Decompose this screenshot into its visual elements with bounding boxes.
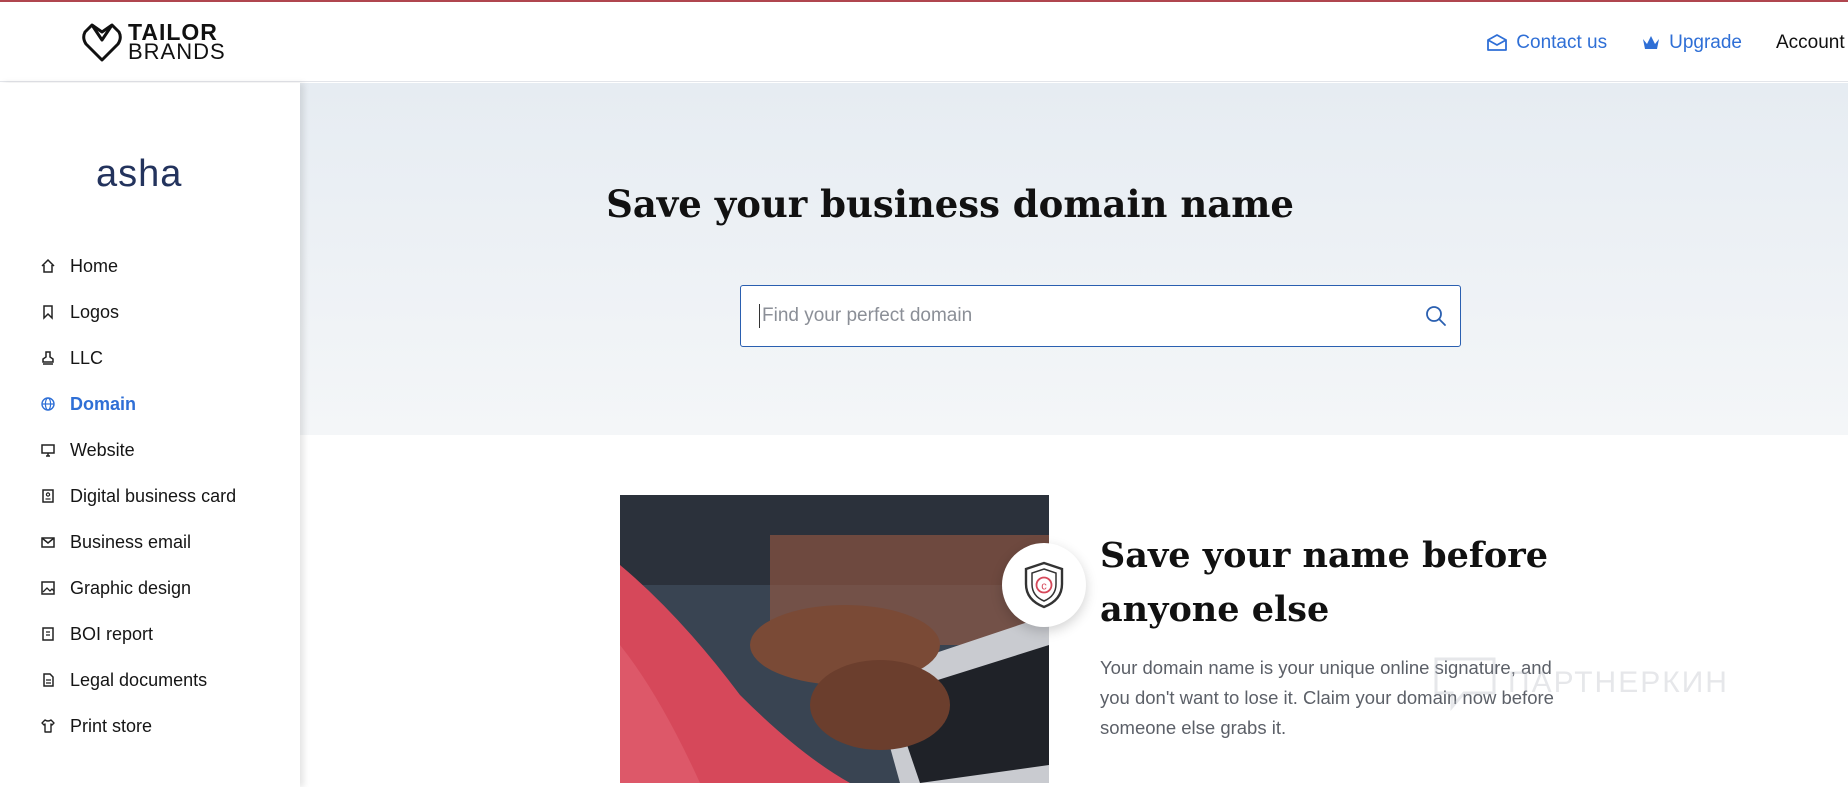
sidebar-item-label: Graphic design [70, 577, 192, 598]
sidebar-item-label: Home [70, 255, 119, 276]
image-icon [40, 580, 56, 596]
monitor-icon [40, 442, 56, 458]
sidebar-item-digital-business-card[interactable]: Digital business card [40, 473, 236, 519]
top-bar: TAILOR BRANDS Contact us Upgrade Account [0, 2, 1848, 82]
watermark-text: ПАРТНЕРКИН [1508, 666, 1729, 699]
contact-us-label: Contact us [1516, 32, 1608, 53]
feature-title: Save your name before anyone else [1100, 535, 1548, 630]
id-card-icon [40, 488, 56, 504]
sidebar-item-logos[interactable]: Logos [40, 289, 236, 335]
contact-us-link[interactable]: Contact us [1486, 32, 1607, 54]
globe-icon [40, 396, 56, 412]
logo-heart-icon [82, 23, 122, 62]
main-content: Save your business domain name c [300, 83, 1848, 787]
mail-icon [40, 534, 56, 550]
domain-search-hero: Save your business domain name [300, 83, 1848, 435]
sidebar-item-legal-documents[interactable]: Legal documents [40, 657, 236, 703]
document-icon [40, 672, 56, 688]
stamp-icon [40, 350, 56, 366]
copyright-shield-icon: c [1024, 561, 1064, 609]
sidebar-item-label: Domain [70, 393, 137, 414]
watermark: ПАРТНЕРКИН [1430, 653, 1729, 713]
sidebar-item-llc[interactable]: LLC [40, 335, 236, 381]
sidebar-item-label: Print store [70, 715, 153, 736]
sidebar-item-website[interactable]: Website [40, 427, 236, 473]
sidebar-item-label: Digital business card [70, 485, 237, 506]
logo-wordmark: TAILOR BRANDS [128, 21, 226, 64]
svg-text:c: c [1041, 581, 1047, 593]
crown-icon [1643, 36, 1660, 49]
account-menu[interactable]: Account [1776, 32, 1848, 54]
report-icon [40, 626, 56, 642]
page-title: Save your business domain name [606, 182, 1294, 226]
sidebar-item-label: LLC [70, 347, 104, 368]
laptop-typing-image [620, 495, 1049, 783]
contact-icon [1487, 34, 1508, 51]
sidebar-item-label: Legal documents [70, 669, 208, 690]
sidebar-item-label: Logos [70, 301, 120, 322]
sidebar-item-print-store[interactable]: Print store [40, 703, 236, 749]
sidebar-item-graphic-design[interactable]: Graphic design [40, 565, 236, 611]
upgrade-link[interactable]: Upgrade [1641, 32, 1742, 54]
sidebar-item-boi-report[interactable]: BOI report [40, 611, 236, 657]
tailor-brands-logo[interactable]: TAILOR BRANDS [82, 20, 226, 64]
sidebar-item-business-email[interactable]: Business email [40, 519, 236, 565]
bookmark-icon [40, 304, 56, 320]
domain-search-box [740, 285, 1461, 347]
copyright-shield-badge: c [1002, 543, 1086, 627]
tshirt-icon [40, 718, 56, 734]
sidebar-item-home[interactable]: Home [40, 243, 236, 289]
business-name: asha [96, 153, 183, 195]
upgrade-label: Upgrade [1669, 32, 1742, 53]
sidebar-item-label: Website [70, 439, 135, 460]
chat-bubble-icon [1434, 657, 1496, 712]
sidebar-item-label: Business email [70, 531, 192, 552]
home-icon [40, 258, 56, 274]
sidebar-item-domain[interactable]: Domain [40, 381, 236, 427]
sidebar-nav: Home Logos LLC Domain Website Digital bu… [40, 243, 236, 749]
domain-search-input[interactable] [759, 304, 1399, 328]
logo-line2: BRANDS [128, 39, 226, 64]
search-icon[interactable] [1424, 304, 1448, 328]
sidebar: asha Home Logos LLC Domain Website Digit… [0, 83, 300, 787]
sidebar-item-label: BOI report [70, 623, 154, 644]
top-actions: Contact us Upgrade Account [1486, 28, 1848, 58]
